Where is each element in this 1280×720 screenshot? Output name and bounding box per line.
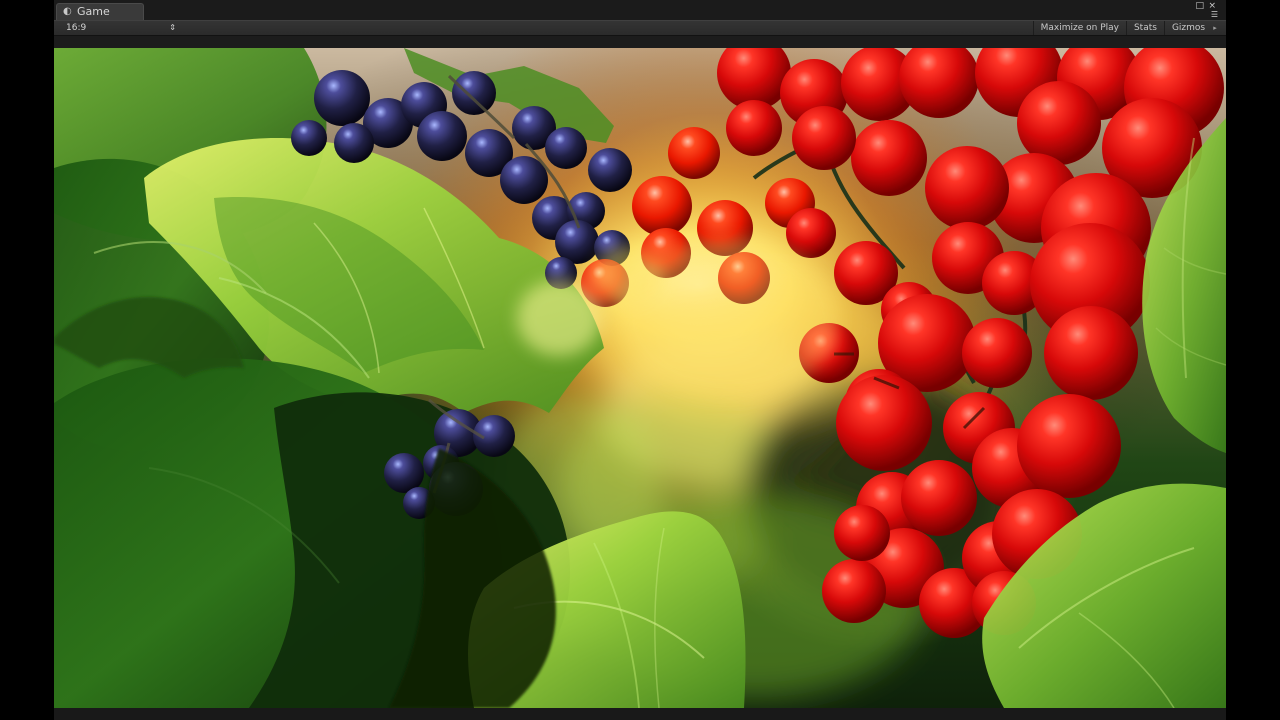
restore-icon[interactable]: □ [1195, 2, 1204, 11]
panel-menu-icon[interactable]: ☰ [1211, 10, 1218, 19]
game-panel: ◐ Game □ × ☰ 16:9 ⇕ Maximize on Play Sta… [54, 0, 1226, 720]
stats-button[interactable]: Stats [1125, 21, 1164, 35]
gizmos-button[interactable]: Gizmos ▸ [1163, 21, 1226, 35]
tab-game[interactable]: ◐ Game [56, 3, 144, 20]
bottom-border [54, 708, 1226, 720]
viewport-top-border [54, 36, 1226, 48]
screen-background: ◐ Game □ × ☰ 16:9 ⇕ Maximize on Play Sta… [0, 0, 1280, 720]
game-viewport[interactable] [54, 48, 1226, 708]
tab-label: Game [77, 5, 110, 18]
window-controls: □ × ☰ [1190, 1, 1220, 20]
aspect-ratio-select[interactable]: 16:9 ⇕ [64, 21, 176, 35]
game-toolbar: 16:9 ⇕ Maximize on Play Stats Gizmos ▸ [54, 20, 1226, 36]
toolbar-controls: Maximize on Play Stats Gizmos ▸ [1032, 21, 1226, 35]
game-icon: ◐ [63, 6, 72, 17]
maximize-on-play-button[interactable]: Maximize on Play [1032, 21, 1126, 35]
chevron-down-icon: ▸ [1213, 24, 1217, 32]
gizmos-label: Gizmos [1171, 23, 1206, 33]
grapes-scene [54, 48, 1226, 708]
chevron-down-icon: ⇕ [169, 23, 176, 32]
tab-strip: ◐ Game □ × ☰ [54, 0, 1226, 20]
aspect-ratio-value: 16:9 [66, 23, 87, 33]
